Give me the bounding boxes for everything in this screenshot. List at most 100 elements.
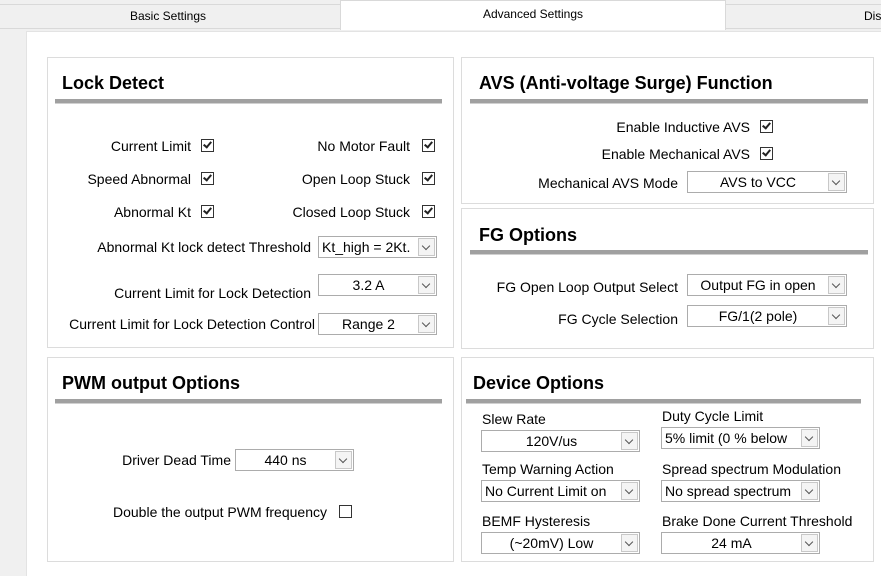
double-pwm-checkbox[interactable] [339, 505, 352, 518]
chevron-down-icon [421, 279, 431, 289]
cl-lock-detection-control-value: Range 2 [342, 316, 395, 332]
fg-options-panel: FG Options FG Open Loop Output Select Ou… [461, 208, 874, 349]
dropdown-button[interactable] [801, 429, 818, 447]
device-options-panel: Device Options Slew Rate 120V/us Duty Cy… [461, 357, 874, 562]
tab-advanced-settings[interactable]: Advanced Settings [340, 0, 726, 30]
mechanical-avs-checkbox[interactable] [760, 147, 773, 160]
check-icon [762, 147, 771, 157]
brake-done-value: 24 mA [711, 535, 752, 551]
avs-panel: AVS (Anti-voltage Surge) Function Enable… [461, 57, 874, 204]
tab-third[interactable]: Dis [725, 4, 881, 28]
dropdown-button[interactable] [801, 482, 818, 500]
avs-rule [470, 99, 868, 104]
open-loop-stuck-label: Open Loop Stuck [301, 171, 410, 187]
check-icon [203, 139, 212, 149]
fg-open-loop-label: FG Open Loop Output Select [496, 279, 678, 295]
lock-detect-title: Lock Detect [62, 73, 165, 93]
mechanical-avs-label: Enable Mechanical AVS [601, 146, 750, 162]
current-limit-checkbox[interactable] [201, 139, 214, 152]
chevron-down-icon [624, 485, 634, 495]
chevron-down-icon [831, 310, 841, 320]
dropdown-button[interactable] [801, 534, 818, 552]
closed-loop-stuck-checkbox[interactable] [422, 205, 435, 218]
check-icon [424, 205, 433, 215]
dropdown-button[interactable] [621, 534, 638, 552]
device-options-title: Device Options [473, 373, 605, 393]
temp-warning-select[interactable]: No Current Limit on [481, 480, 640, 502]
chevron-down-icon [421, 241, 431, 251]
dropdown-button[interactable] [828, 307, 845, 325]
fg-open-loop-value: Output FG in open [700, 277, 816, 293]
bemf-hysteresis-select[interactable]: (~20mV) Low [481, 532, 640, 554]
spread-spectrum-value: No spread spectrum [665, 483, 792, 499]
temp-warning-label: Temp Warning Action [482, 461, 614, 477]
fg-cycle-select[interactable]: FG/1(2 pole) [687, 305, 847, 327]
temp-warning-value: No Current Limit on [485, 483, 607, 499]
slew-rate-value: 120V/us [525, 433, 578, 449]
inductive-avs-label: Enable Inductive AVS [616, 119, 750, 135]
cl-lock-detection-value: 3.2 A [352, 277, 385, 293]
brake-done-label: Brake Done Current Threshold [662, 513, 853, 529]
cl-lock-detection-label: Current Limit for Lock Detection [114, 285, 311, 301]
duty-cycle-limit-label: Duty Cycle Limit [662, 408, 764, 424]
kt-threshold-select[interactable]: Kt_high = 2Kt. [318, 236, 437, 258]
speed-abnormal-checkbox[interactable] [201, 172, 214, 185]
dropdown-button[interactable] [418, 276, 435, 294]
chevron-down-icon [804, 537, 814, 547]
dropdown-button[interactable] [621, 432, 638, 450]
chevron-down-icon [624, 537, 634, 547]
spread-spectrum-select[interactable]: No spread spectrum [661, 480, 820, 502]
cl-lock-detection-select[interactable]: 3.2 A [318, 274, 437, 296]
lock-detect-rule [55, 99, 442, 104]
chevron-down-icon [421, 318, 431, 328]
device-options-rule [466, 399, 861, 404]
spread-spectrum-label: Spread spectrum Modulation [662, 461, 841, 477]
dropdown-button[interactable] [621, 482, 638, 500]
fg-cycle-label: FG Cycle Selection [558, 311, 678, 327]
dead-time-label: Driver Dead Time [122, 452, 231, 468]
dead-time-value: 440 ns [264, 452, 307, 468]
closed-loop-stuck-label: Closed Loop Stuck [292, 204, 410, 220]
fg-options-rule [470, 250, 868, 255]
avs-mode-select[interactable]: AVS to VCC [687, 171, 847, 193]
abnormal-kt-checkbox[interactable] [201, 205, 214, 218]
slew-rate-select[interactable]: 120V/us [481, 430, 640, 452]
dead-time-select[interactable]: 440 ns [235, 449, 354, 471]
dropdown-button[interactable] [828, 276, 845, 294]
tab-basic-settings[interactable]: Basic Settings [0, 4, 341, 28]
avs-title: AVS (Anti-voltage Surge) Function [479, 73, 773, 93]
kt-threshold-value: Kt_high = 2Kt. [322, 239, 411, 255]
dropdown-button[interactable] [335, 451, 352, 469]
lock-detect-panel: Lock Detect Current Limit No Motor Fault… [47, 57, 454, 348]
avs-mode-label: Mechanical AVS Mode [538, 175, 678, 191]
dropdown-button[interactable] [418, 315, 435, 333]
speed-abnormal-label: Speed Abnormal [87, 171, 191, 187]
open-loop-stuck-checkbox[interactable] [422, 172, 435, 185]
cl-lock-detection-control-label: Current Limit for Lock Detection Control [69, 316, 315, 332]
pwm-options-panel: PWM output Options Driver Dead Time 440 … [47, 357, 454, 562]
slew-rate-label: Slew Rate [482, 411, 546, 427]
abnormal-kt-label: Abnormal Kt [113, 204, 191, 220]
cl-lock-detection-control-select[interactable]: Range 2 [318, 313, 437, 335]
check-icon [203, 172, 212, 182]
check-icon [762, 120, 771, 130]
chevron-down-icon [804, 485, 814, 495]
avs-mode-value: AVS to VCC [720, 174, 796, 190]
fg-options-title: FG Options [479, 225, 577, 245]
dropdown-button[interactable] [418, 238, 435, 256]
duty-cycle-limit-select[interactable]: 5% limit (0 % below [661, 427, 820, 449]
check-icon [424, 139, 433, 149]
chevron-down-icon [831, 176, 841, 186]
no-motor-fault-label: No Motor Fault [317, 138, 410, 154]
bemf-hysteresis-value: (~20mV) Low [509, 535, 594, 551]
inductive-avs-checkbox[interactable] [760, 120, 773, 133]
pwm-options-rule [55, 399, 442, 404]
no-motor-fault-checkbox[interactable] [422, 139, 435, 152]
pwm-options-title: PWM output Options [62, 373, 240, 393]
fg-cycle-value: FG/1(2 pole) [718, 308, 798, 324]
dropdown-button[interactable] [828, 173, 845, 191]
kt-threshold-label: Abnormal Kt lock detect Threshold [97, 239, 311, 255]
chevron-down-icon [831, 279, 841, 289]
fg-open-loop-select[interactable]: Output FG in open [687, 274, 847, 296]
brake-done-select[interactable]: 24 mA [661, 532, 820, 554]
